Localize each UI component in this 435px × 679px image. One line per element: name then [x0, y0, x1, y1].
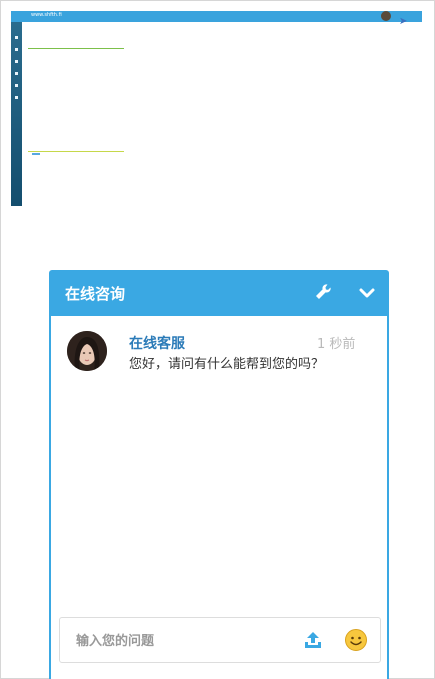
- thumbnail-sidebar-icon: [15, 36, 18, 39]
- thumbnail-sidebar-icon: [15, 96, 18, 99]
- thumbnail-sidebar-icon: [15, 72, 18, 75]
- chat-header: 在线咨询: [49, 270, 389, 316]
- thumbnail-sidebar-icon: [15, 60, 18, 63]
- chat-title: 在线咨询: [65, 285, 126, 303]
- thumbnail-sidebar-icon: [15, 84, 18, 87]
- chat-body[interactable]: 在线客服 1 秒前 您好，请问有什么能帮到您的吗？: [49, 316, 389, 679]
- message-sender: 在线客服: [129, 336, 185, 352]
- thumbnail-panel: [28, 24, 124, 49]
- message-time: 1 秒前: [317, 337, 356, 352]
- thumbnail-link: [32, 153, 40, 155]
- chat-input-box: [59, 617, 381, 663]
- chevron-down-icon[interactable]: [357, 283, 377, 303]
- page-thumbnail: www.shfth.fi ➤: [11, 11, 422, 206]
- thumbnail-sidebar: [11, 22, 22, 206]
- wrench-icon[interactable]: [313, 282, 333, 302]
- agent-avatar: [67, 331, 107, 371]
- thumbnail-topbar: www.shfth.fi: [11, 11, 422, 22]
- thumbnail-panel: [28, 141, 124, 152]
- smiley-icon[interactable]: [344, 628, 368, 652]
- chat-widget: 在线咨询 在线客服 1 秒前 您好，请问有什么能帮到您的吗？: [49, 270, 389, 679]
- cursor-icon: ➤: [399, 16, 408, 27]
- thumbnail-title: www.shfth.fi: [31, 12, 62, 18]
- upload-icon[interactable]: [302, 629, 324, 651]
- thumbnail-sidebar-icon: [15, 48, 18, 51]
- message-text: 您好，请问有什么能帮到您的吗？: [129, 357, 325, 372]
- chat-input[interactable]: [74, 629, 278, 653]
- thumbnail-avatar: [381, 11, 391, 21]
